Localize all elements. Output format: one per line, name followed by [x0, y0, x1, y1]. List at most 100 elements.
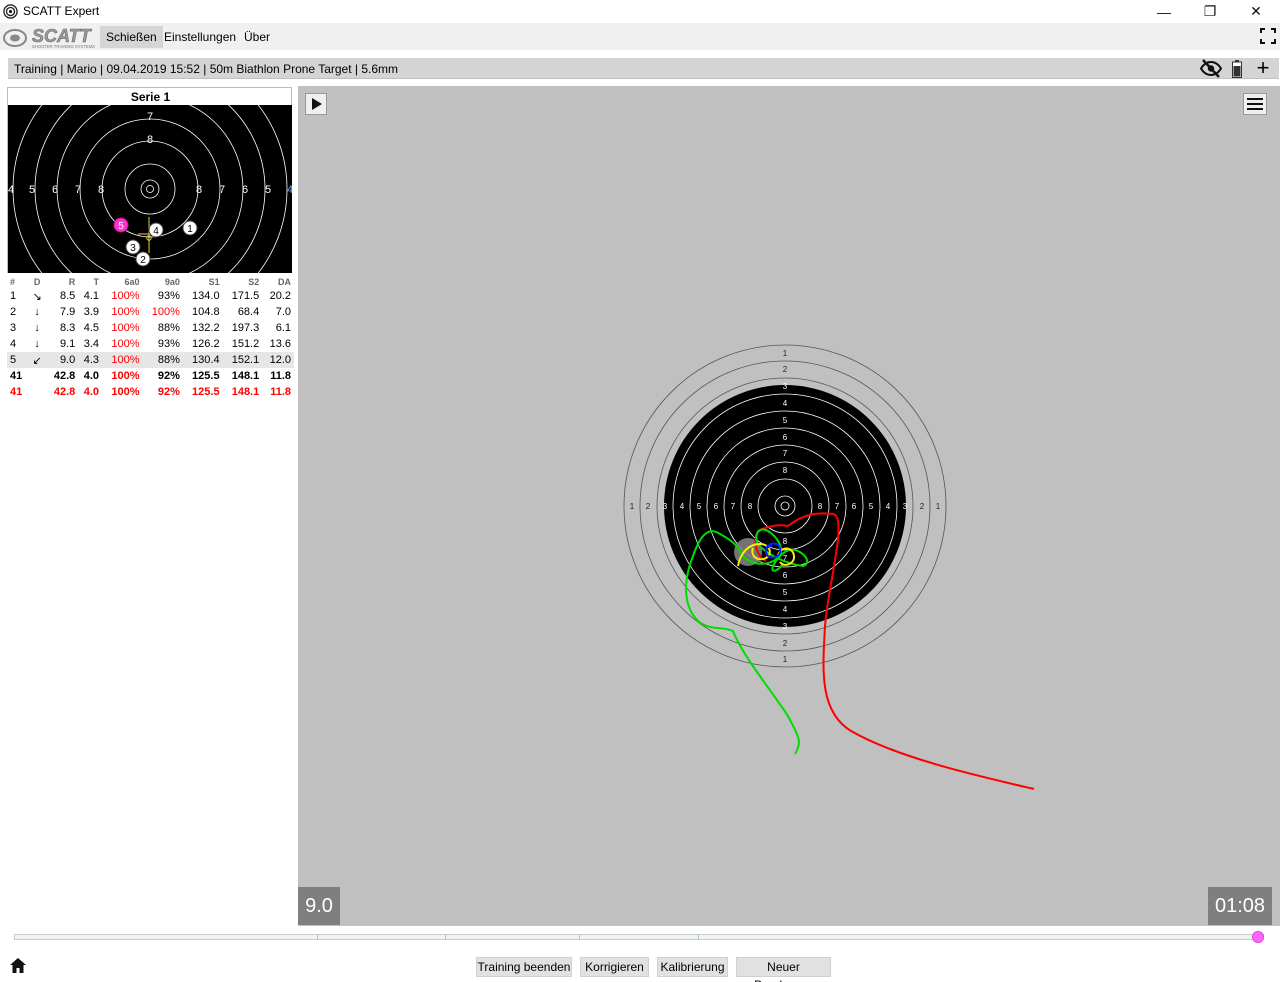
svg-text:6: 6	[852, 502, 857, 511]
close-button[interactable]: ✕	[1233, 0, 1279, 23]
series-target-thumbnail[interactable]: 4 5 6 7 8 8 7 6 5 4 7 8 1 2 3 4 5	[8, 105, 292, 273]
table-row[interactable]: 2 ↓ 7.9 3.9 100% 100% 104.8 68.4 7.0	[7, 304, 294, 320]
play-icon	[312, 98, 322, 110]
timeline-tick	[445, 934, 446, 940]
svg-text:4: 4	[153, 226, 159, 237]
col-header-time: T	[93, 277, 100, 287]
svg-text:5: 5	[118, 221, 124, 232]
table-row-selected[interactable]: 5 ↙ 9.0 4.3 100% 88% 130.4 152.1 12.0	[7, 352, 294, 368]
svg-text:6: 6	[783, 571, 788, 580]
svg-text:5: 5	[265, 184, 271, 196]
correct-button[interactable]: Korrigieren	[580, 957, 649, 977]
eye-hidden-icon[interactable]	[1200, 59, 1222, 78]
col-header-result: R	[68, 277, 76, 287]
svg-text:4: 4	[886, 502, 891, 511]
svg-text:3: 3	[663, 502, 668, 511]
svg-text:1: 1	[936, 502, 941, 511]
svg-text:1: 1	[783, 349, 788, 358]
col-header-s1: S1	[208, 277, 220, 287]
timeline-track[interactable]	[14, 934, 1264, 940]
svg-text:3: 3	[903, 502, 908, 511]
shot-score-display: 9.0	[298, 887, 340, 925]
scatt-target-logo-icon	[3, 4, 18, 19]
restore-button[interactable]: ❐	[1187, 0, 1233, 23]
scatt-brand-logo: SCATT SHOOTER TRAINING SYSTEMS	[3, 26, 95, 49]
end-training-button[interactable]: Training beenden	[476, 957, 572, 977]
svg-text:7: 7	[783, 449, 788, 458]
svg-text:4: 4	[287, 184, 292, 196]
svg-text:4: 4	[680, 502, 685, 511]
svg-text:3: 3	[783, 622, 788, 631]
menu-einstellungen[interactable]: Einstellungen	[158, 26, 242, 48]
svg-text:SHOOTER TRAINING SYSTEMS: SHOOTER TRAINING SYSTEMS	[32, 44, 95, 49]
col-header-6a0: 6a0	[124, 277, 140, 287]
shot-mark-2[interactable]: 2	[135, 251, 151, 267]
fullscreen-icon[interactable]	[1260, 28, 1276, 44]
shot-mark-5[interactable]: 5	[113, 217, 129, 233]
svg-text:8: 8	[748, 502, 753, 511]
svg-text:8: 8	[98, 184, 104, 196]
svg-text:6: 6	[783, 433, 788, 442]
svg-text:3: 3	[783, 382, 788, 391]
table-row[interactable]: 1 ↘ 8.5 4.1 100% 93% 134.0 171.5 20.2	[7, 288, 294, 304]
hamburger-menu-icon	[1247, 98, 1263, 110]
svg-text:6: 6	[714, 502, 719, 511]
svg-text:7: 7	[731, 502, 736, 511]
battery-icon	[1232, 60, 1242, 78]
svg-text:4: 4	[8, 184, 14, 196]
svg-text:2: 2	[140, 255, 146, 266]
menu-ueber[interactable]: Über	[238, 26, 276, 48]
col-header-s2: S2	[248, 277, 260, 287]
new-round-button[interactable]: Neuer Durchgang	[736, 957, 831, 982]
menu-schiessen[interactable]: Schießen	[100, 26, 163, 48]
playback-timeline[interactable]	[14, 931, 1266, 943]
timeline-tick	[698, 934, 699, 940]
menu-bar: SCATT SHOOTER TRAINING SYSTEMS Schießen …	[0, 23, 1280, 50]
series-title: Serie 1	[130, 90, 171, 104]
svg-text:2: 2	[920, 502, 925, 511]
svg-text:5: 5	[783, 588, 788, 597]
table-row[interactable]: 4 ↓ 9.1 3.4 100% 93% 126.2 151.2 13.6	[7, 336, 294, 352]
svg-text:3: 3	[130, 243, 136, 254]
shot-mark-4[interactable]: 4	[148, 222, 164, 238]
svg-text:7: 7	[219, 184, 225, 196]
svg-text:8: 8	[783, 537, 788, 546]
svg-text:4: 4	[783, 399, 788, 408]
main-target-canvas: 1 2 1 2 1 2 1 2 3 4 5 6 7 8 3 4 5 6 7 8 …	[623, 344, 1035, 790]
scatt-app-window: SCATT Expert — ❐ ✕ SCATT SHOOTER TRAININ…	[0, 0, 1280, 982]
col-header-number: #	[10, 277, 16, 287]
home-icon[interactable]	[9, 957, 27, 974]
minimize-button[interactable]: —	[1141, 0, 1187, 23]
col-header-9a0: 9a0	[164, 277, 180, 287]
add-plus-icon[interactable]: +	[1253, 57, 1273, 79]
shot-mark-1[interactable]: 1	[182, 220, 198, 236]
svg-text:1: 1	[783, 655, 788, 664]
calibration-button[interactable]: Kalibrierung	[657, 957, 728, 977]
svg-text:7: 7	[75, 184, 81, 196]
svg-text:8: 8	[147, 134, 153, 146]
shot-time-display: 01:08	[1208, 887, 1272, 925]
table-total-row: 41 42.8 4.0 100% 92% 125.5 148.1 11.8	[10, 370, 291, 382]
col-header-da: DA	[278, 277, 291, 287]
col-header-direction: D	[33, 277, 41, 287]
table-row[interactable]: 3 ↓ 8.3 4.5 100% 88% 132.2 197.3 6.1	[7, 320, 294, 336]
svg-text:1: 1	[187, 224, 193, 235]
svg-text:2: 2	[646, 502, 651, 511]
title-bar: SCATT Expert — ❐ ✕	[0, 0, 1280, 23]
svg-text:8: 8	[818, 502, 823, 511]
play-button[interactable]	[305, 93, 327, 115]
table-average-row: 41 42.8 4.0 100% 92% 125.5 148.1 11.8	[10, 386, 291, 398]
session-info-text: Training | Mario | 09.04.2019 15:52 | 50…	[14, 62, 399, 76]
timeline-tick	[317, 934, 318, 940]
view-menu-button[interactable]	[1243, 93, 1267, 115]
main-target-view[interactable]: 1 2 1 2 1 2 1 2 3 4 5 6 7 8 3 4 5 6 7 8 …	[298, 86, 1280, 926]
svg-text:2: 2	[783, 365, 788, 374]
shot-mark-3[interactable]: 3	[125, 239, 141, 255]
svg-text:5: 5	[783, 416, 788, 425]
timeline-handle[interactable]	[1252, 931, 1264, 943]
svg-text:6: 6	[242, 184, 248, 196]
timeline-tick	[579, 934, 580, 940]
svg-text:4: 4	[783, 605, 788, 614]
window-title: SCATT Expert	[23, 4, 100, 18]
series-panel: Serie 1 4 5 6 7 8 8 7 6 5 4 7 8 1 2 3 4 …	[7, 87, 292, 273]
